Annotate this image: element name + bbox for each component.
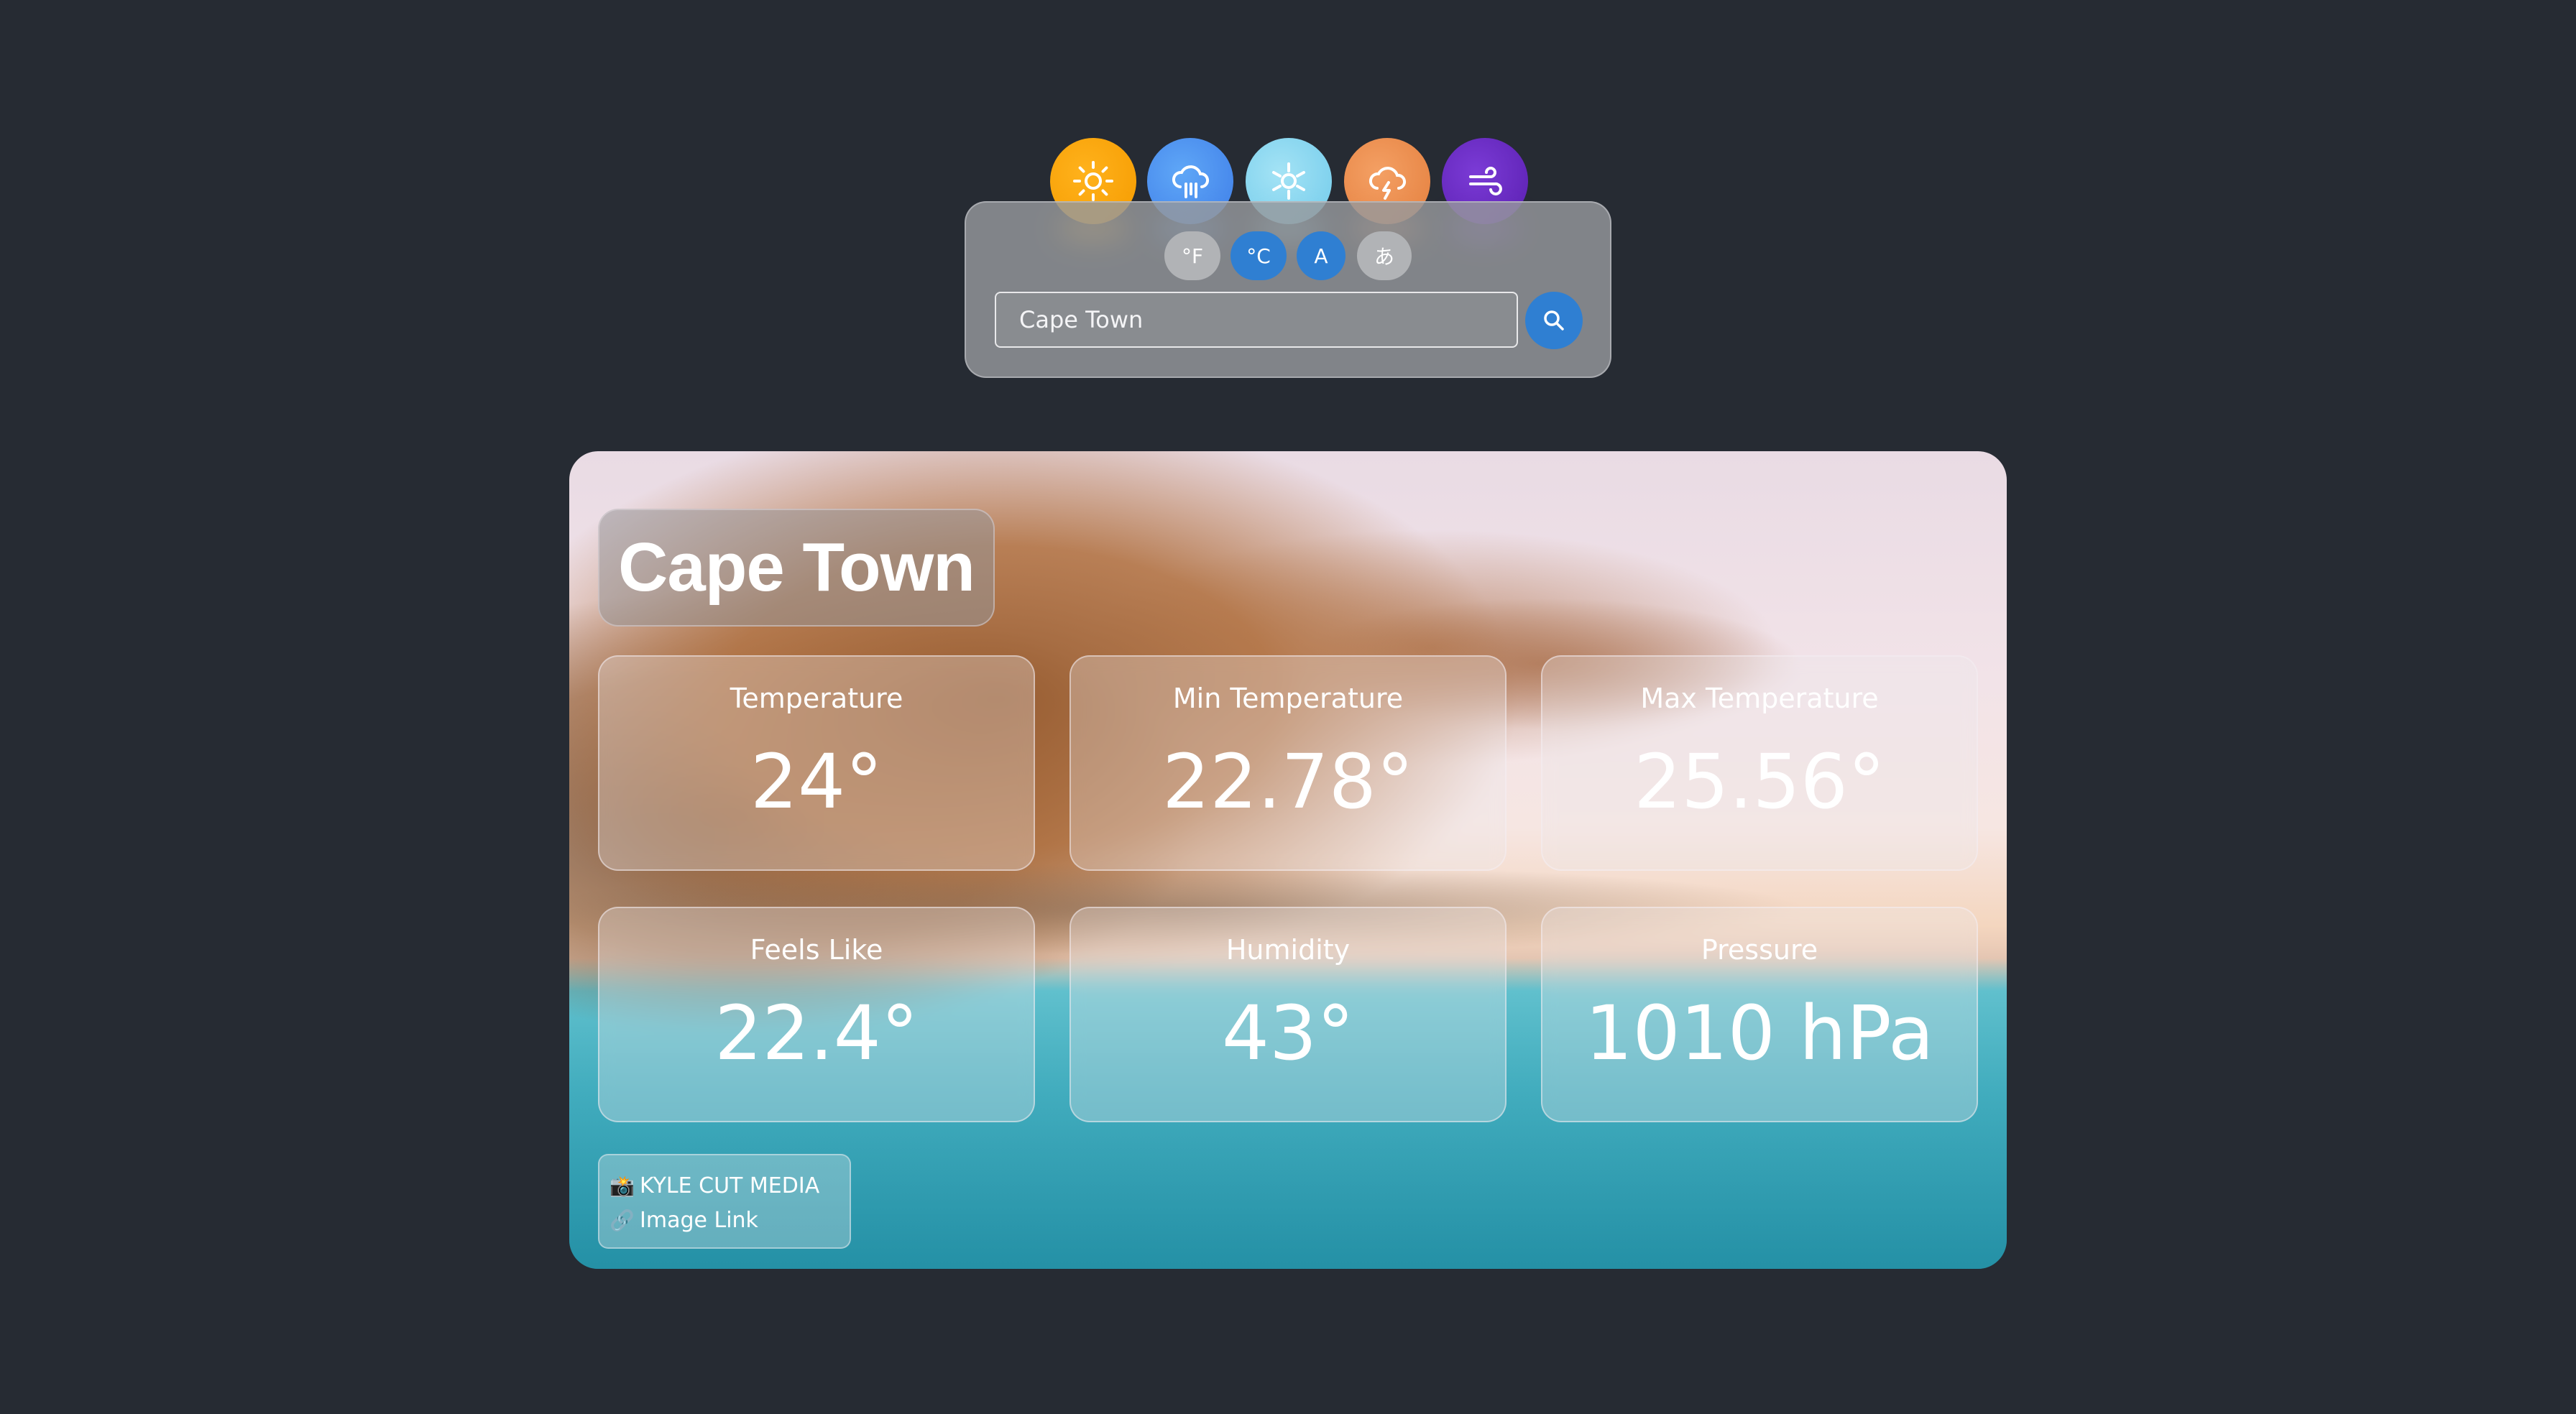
stat-label: Min Temperature bbox=[1172, 683, 1404, 714]
city-search-input[interactable] bbox=[995, 292, 1518, 348]
photographer-line: 📸 KYLE CUT MEDIA bbox=[610, 1168, 840, 1203]
stat-card-humidity: Humidity 43° bbox=[1070, 907, 1506, 1122]
search-button[interactable] bbox=[1525, 292, 1583, 349]
weather-card: Cape Town Temperature 24° Min Temperatur… bbox=[569, 451, 2007, 1269]
stat-label: Max Temperature bbox=[1640, 683, 1879, 714]
stat-value: 25.56° bbox=[1634, 738, 1885, 826]
photo-credit: 📸 KYLE CUT MEDIA 🔗 Image Link bbox=[598, 1154, 851, 1249]
stat-value: 43° bbox=[1221, 989, 1355, 1077]
camera-icon: 📸 bbox=[610, 1173, 635, 1198]
search-panel: °F °C A あ bbox=[965, 201, 1611, 378]
fahrenheit-toggle[interactable]: °F bbox=[1164, 231, 1220, 280]
stat-label: Humidity bbox=[1225, 934, 1351, 966]
image-link[interactable]: Image Link bbox=[640, 1208, 758, 1233]
rain-icon-glyph bbox=[1172, 165, 1209, 198]
celsius-toggle[interactable]: °C bbox=[1230, 231, 1287, 280]
stat-value: 1010 hPa bbox=[1585, 989, 1934, 1077]
stat-label: Temperature bbox=[730, 683, 903, 714]
stat-value: 24° bbox=[750, 738, 883, 826]
wind-icon-glyph bbox=[1469, 167, 1502, 195]
latin-language-toggle[interactable]: A bbox=[1297, 231, 1346, 280]
stat-value: 22.78° bbox=[1162, 738, 1414, 826]
stat-card-max-temperature: Max Temperature 25.56° bbox=[1541, 655, 1978, 871]
image-link-line[interactable]: 🔗 Image Link bbox=[610, 1203, 840, 1237]
link-icon: 🔗 bbox=[610, 1208, 635, 1232]
stat-label: Feels Like bbox=[750, 934, 883, 966]
sun-icon-glyph bbox=[1073, 161, 1113, 201]
stat-card-min-temperature: Min Temperature 22.78° bbox=[1070, 655, 1506, 871]
photographer-name: KYLE CUT MEDIA bbox=[640, 1173, 820, 1198]
japanese-language-toggle[interactable]: あ bbox=[1357, 231, 1412, 280]
stat-card-temperature: Temperature 24° bbox=[598, 655, 1035, 871]
stat-value: 22.4° bbox=[714, 989, 919, 1077]
stat-label: Pressure bbox=[1701, 934, 1818, 966]
search-icon bbox=[1544, 310, 1564, 331]
city-title-box: Cape Town bbox=[598, 509, 995, 627]
stat-card-feels-like: Feels Like 22.4° bbox=[598, 907, 1035, 1122]
unit-language-toggles: °F °C A あ bbox=[966, 231, 1610, 280]
city-title: Cape Town bbox=[618, 529, 975, 606]
thunderstorm-icon-glyph bbox=[1369, 167, 1406, 200]
stat-card-pressure: Pressure 1010 hPa bbox=[1541, 907, 1978, 1122]
snowflake-icon-glyph bbox=[1272, 162, 1305, 200]
